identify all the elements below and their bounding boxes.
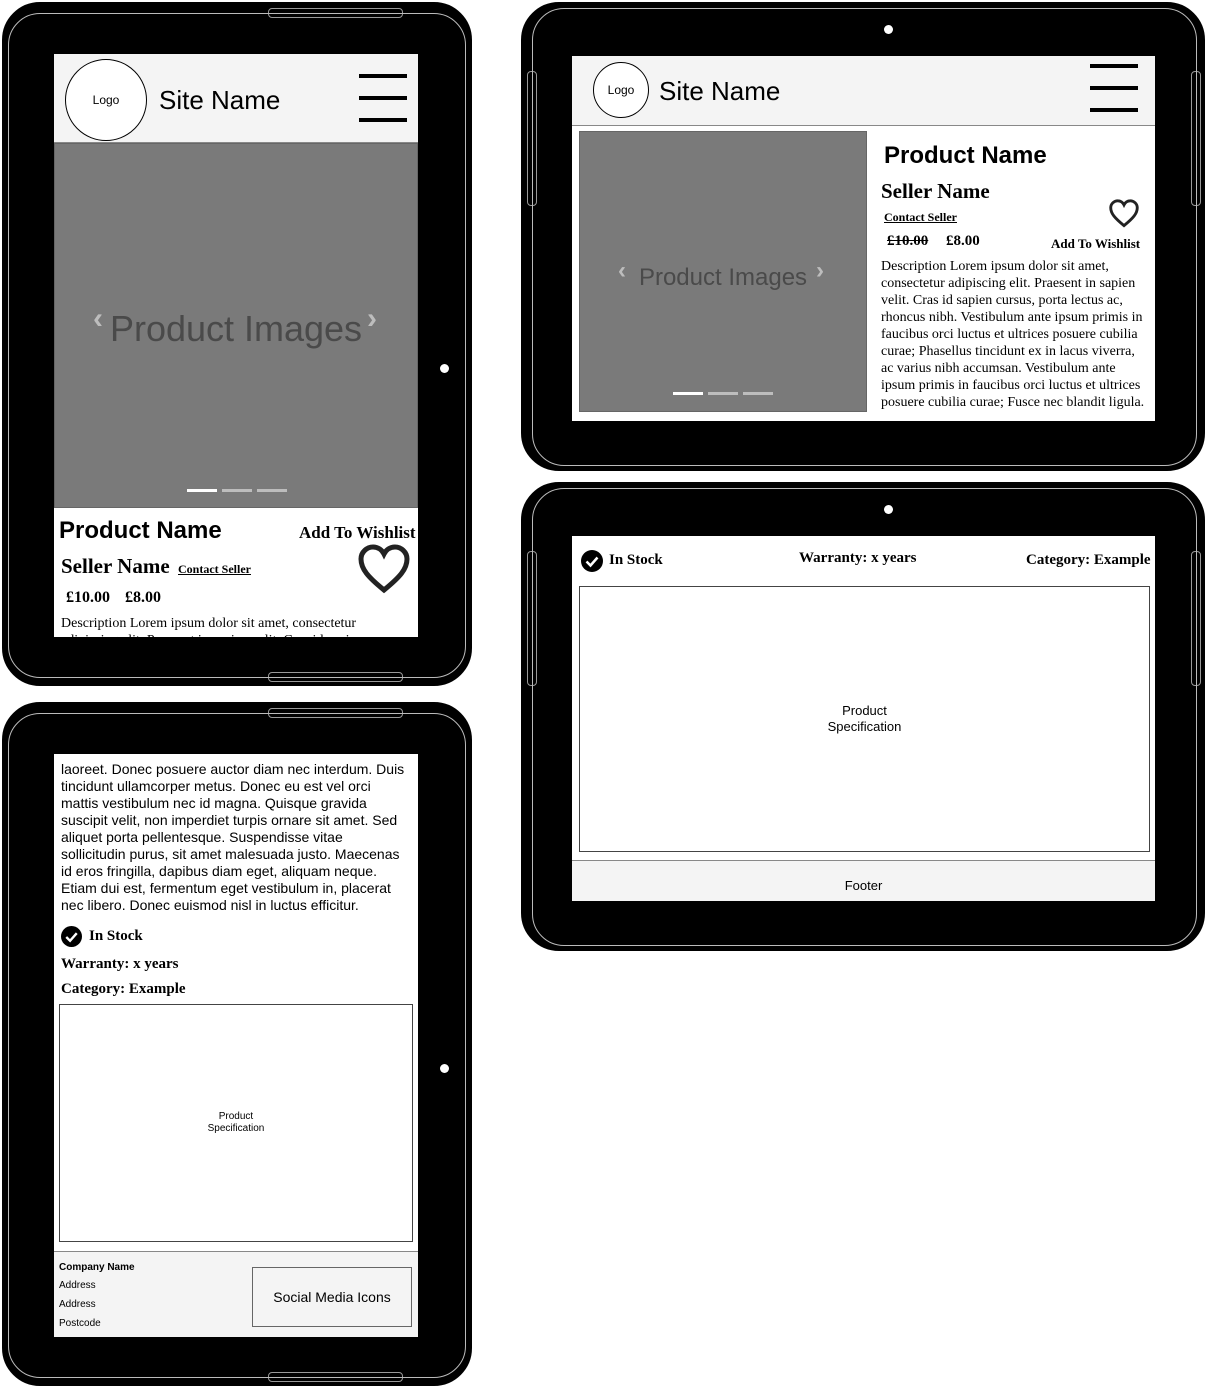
camera-dot [884, 505, 893, 514]
footer-label: Footer [844, 878, 883, 893]
category-info: Category: Example [61, 981, 186, 997]
product-description: Description Lorem ipsum dolor sit amet, … [881, 259, 1145, 410]
logo[interactable]: Logo [65, 59, 147, 141]
current-price: £8.00 [125, 589, 161, 606]
seller-name: Seller Name [881, 179, 990, 203]
old-price: £10.00 [887, 233, 929, 249]
tablet-landscape-top: Logo Site Name ‹ Product Images › Produc… [521, 2, 1205, 471]
carousel-next-icon[interactable]: › [816, 257, 824, 285]
category-info: Category: Example [1026, 552, 1151, 568]
stock-status: In Stock [609, 552, 663, 568]
product-description: Description Lorem ipsum dolor sit amet, … [61, 616, 363, 637]
address-line-1: Address [59, 1280, 96, 1291]
carousel-indicator[interactable] [743, 392, 773, 395]
spec-label-line2: Specification [827, 719, 902, 734]
old-price: £10.00 [66, 589, 110, 606]
menu-icon[interactable] [359, 74, 407, 124]
warranty-info: Warranty: x years [61, 956, 179, 972]
menu-icon[interactable] [1090, 64, 1138, 114]
product-description-continued: laoreet. Donec posuere auctor diam nec i… [61, 761, 405, 913]
product-name: Product Name [59, 517, 222, 544]
product-specification-box: Product Specification [59, 1004, 413, 1242]
footer: Footer [572, 860, 1155, 901]
header: Logo Site Name [54, 54, 418, 143]
carousel-indicator[interactable] [673, 392, 703, 395]
current-price: £8.00 [946, 233, 980, 249]
spec-label-line2: Specification [207, 1123, 265, 1134]
carousel-next-icon[interactable]: › [367, 302, 377, 336]
carousel-indicator[interactable] [187, 489, 217, 492]
product-specification-box: Product Specification [579, 586, 1150, 852]
product-image-carousel[interactable]: ‹ Product Images › [54, 143, 418, 508]
logo-text: Logo [92, 93, 120, 107]
spec-label-line1: Product [842, 703, 887, 718]
seller-name: Seller Name [61, 554, 170, 578]
contact-seller-link[interactable]: Contact Seller [884, 210, 957, 225]
postcode: Postcode [59, 1318, 101, 1329]
in-stock-check-icon [581, 550, 603, 572]
screen-landscape-1: Logo Site Name ‹ Product Images › Produc… [572, 56, 1155, 421]
tablet-portrait-top: Logo Site Name ‹ Product Images › Produc… [2, 2, 472, 686]
screen-portrait-2: laoreet. Donec posuere auctor diam nec i… [54, 754, 418, 1337]
warranty-info: Warranty: x years [799, 550, 917, 566]
carousel-indicator[interactable] [257, 489, 287, 492]
product-name: Product Name [884, 142, 1047, 169]
camera-dot [440, 364, 449, 373]
header: Logo Site Name [572, 56, 1155, 126]
site-name[interactable]: Site Name [659, 76, 780, 107]
carousel-indicator[interactable] [708, 392, 738, 395]
screen-portrait-1: Logo Site Name ‹ Product Images › Produc… [54, 54, 418, 637]
social-media-icons[interactable]: Social Media Icons [252, 1267, 412, 1327]
social-media-label: Social Media Icons [273, 1289, 391, 1305]
wishlist-button[interactable]: Add To Wishlist [299, 523, 416, 543]
site-name[interactable]: Site Name [159, 85, 280, 116]
wishlist-button[interactable]: Add To Wishlist [1051, 236, 1140, 252]
address-line-2: Address [59, 1299, 96, 1310]
footer: Company Name Address Address Postcode So… [54, 1251, 418, 1337]
product-image-carousel[interactable]: ‹ Product Images › [579, 131, 867, 412]
contact-seller-link[interactable]: Contact Seller [178, 562, 251, 577]
tablet-landscape-bottom: In Stock Warranty: x years Category: Exa… [521, 482, 1205, 951]
in-stock-check-icon [61, 926, 82, 947]
spec-label-line1: Product [218, 1111, 254, 1122]
carousel-indicator[interactable] [222, 489, 252, 492]
screen-landscape-2: In Stock Warranty: x years Category: Exa… [572, 536, 1155, 901]
company-name: Company Name [59, 1262, 135, 1273]
logo-text: Logo [607, 83, 635, 97]
camera-dot [884, 25, 893, 34]
logo[interactable]: Logo [593, 62, 649, 118]
wishlist-heart-icon[interactable] [1109, 199, 1139, 228]
tablet-portrait-bottom: laoreet. Donec posuere auctor diam nec i… [2, 702, 472, 1386]
stock-status: In Stock [89, 928, 143, 944]
product-images-label: Product Images [109, 308, 363, 349]
camera-dot [440, 1064, 449, 1073]
wishlist-heart-icon[interactable] [358, 544, 410, 594]
